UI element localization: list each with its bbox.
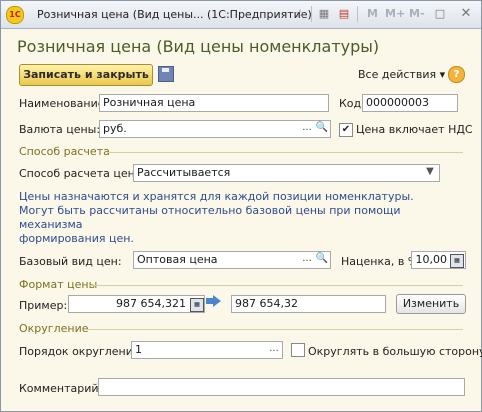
app-logo-icon: 1С [6,6,24,24]
chevron-down-icon[interactable]: ▼ [422,165,438,181]
section-price-format: Формат цены [19,278,98,291]
name-field[interactable]: Розничная цена [99,94,329,112]
markup-label: Наценка, в %: [341,255,422,268]
toolbar-separator [357,6,358,22]
section-rounding: Округление [19,322,89,335]
vat-checkbox[interactable]: ✔ [339,123,353,137]
currency-select-button[interactable]: ... [299,121,315,137]
save-icon[interactable] [158,66,174,82]
calendar-icon[interactable]: ▤ [335,5,353,23]
save-and-close-button[interactable]: Записать и закрыть [19,64,153,86]
round-up-checkbox[interactable] [291,343,305,357]
code-field[interactable]: 000000003 [362,94,458,112]
rounding-order-field[interactable]: 1 [131,341,283,359]
round-up-label: Округлять в большую сторону [308,345,482,358]
arrow-right-icon [206,295,221,307]
memory-mminus-button[interactable]: M- [409,7,425,20]
memory-mplus-button[interactable]: M+ [385,7,405,20]
vat-label: Цена включает НДС [356,123,473,136]
info-line: Могут быть рассчитаны относительно базов… [19,204,401,231]
window-mode-button[interactable]: □ [431,5,449,23]
app-window: 1С Розничная цена (Вид цены... (1С:Предп… [0,0,482,412]
section-divider [88,329,463,330]
example-result-field: 987 654,32 [231,295,386,313]
base-price-type-label: Базовый вид цен: [19,255,122,268]
all-actions-menu[interactable]: Все действия ▾ [358,68,445,81]
calc-method-select[interactable]: Рассчитывается [133,164,440,182]
comment-field[interactable] [98,378,465,396]
calculator-icon[interactable]: ▦ [450,254,464,268]
toolbar-separator [311,6,312,22]
rounding-order-label: Порядок округления: [19,345,144,358]
example-field[interactable]: 987 654,321 [68,295,205,313]
close-icon[interactable]: ✕ [457,5,475,23]
currency-field[interactable]: руб. [99,120,331,138]
section-divider [89,285,463,286]
change-format-button[interactable]: Изменить [396,294,466,314]
calculator-icon[interactable]: ▦ [190,298,204,312]
info-line: формирования цен. [19,232,134,245]
form-title: Розничная цена (Вид цены номенклатуры) [17,37,380,56]
info-line: Цены назначаются и хранятся для каждой п… [19,190,414,203]
comment-label: Комментарий: [19,382,103,395]
base-type-select-button[interactable]: ... [299,252,315,268]
memory-m-button[interactable]: M [367,7,378,20]
section-divider [107,152,463,153]
section-calc-method: Способ расчета [19,145,110,158]
search-icon[interactable]: 🔍 [314,121,330,137]
title-bar: 1С Розничная цена (Вид цены... (1С:Предп… [1,1,481,29]
rounding-select-button[interactable]: ... [266,342,282,358]
help-icon[interactable]: ? [448,66,465,83]
currency-label: Валюта цены: [19,123,101,136]
code-label: Код: [339,97,365,110]
calc-method-description: Цены назначаются и хранятся для каждой п… [19,190,419,246]
search-icon[interactable]: 🔍 [314,252,330,268]
favorite-icon[interactable]: ☆ [291,5,309,23]
window-title: Розничная цена (Вид цены... (1С:Предприя… [37,8,312,21]
calc-method-label: Способ расчета цены: [19,167,148,180]
name-label: Наименование: [19,97,109,110]
example-label: Пример: [19,299,68,312]
calculator-icon[interactable]: ▦ [315,5,333,23]
